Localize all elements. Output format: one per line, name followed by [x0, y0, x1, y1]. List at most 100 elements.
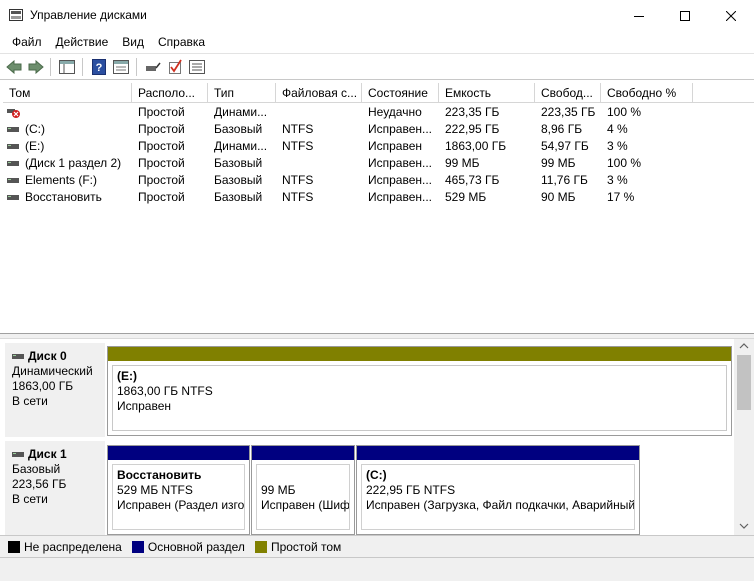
- primary-partition-band: [252, 446, 354, 460]
- cell-percent-free: 3 %: [607, 173, 628, 187]
- connect-disk-button[interactable]: [144, 58, 162, 76]
- console-tree-button[interactable]: [58, 58, 76, 76]
- menu-help[interactable]: Справка: [151, 31, 212, 53]
- disk-1-label[interactable]: Диск 1 Базовый 223,56 ГБ В сети: [5, 441, 106, 535]
- cell-layout: Простой: [138, 190, 185, 204]
- cell-layout: Простой: [138, 122, 185, 136]
- menu-bar: Файл Действие Вид Справка: [0, 31, 754, 53]
- close-icon: [726, 10, 736, 21]
- menu-view[interactable]: Вид: [115, 31, 151, 53]
- list-view-button[interactable]: [188, 58, 206, 76]
- disk-0-label[interactable]: Диск 0 Динамический 1863,00 ГБ В сети: [5, 343, 106, 437]
- forward-arrow-icon: [28, 60, 44, 74]
- column-header-capacity[interactable]: Емкость: [439, 83, 535, 103]
- cell-volume: (Диск 1 раздел 2): [25, 156, 122, 170]
- partition-c[interactable]: (C:) 222,95 ГБ NTFS Исправен (Загрузка, …: [356, 445, 640, 535]
- cell-volume: [25, 104, 130, 121]
- volume-icon: [7, 127, 19, 132]
- check-button[interactable]: [166, 58, 184, 76]
- cell-free-space: 8,96 ГБ: [541, 122, 583, 136]
- partition-info: 99 МБ: [261, 483, 296, 497]
- table-row[interactable]: Восстановить Простой Базовый NTFS Исправ…: [3, 189, 703, 206]
- partition-name: (C:): [366, 468, 387, 482]
- disk-name: Диск 0: [28, 349, 67, 363]
- disk-graphical-view: Диск 0 Динамический 1863,00 ГБ В сети (E…: [0, 339, 734, 535]
- status-bar: [0, 557, 754, 581]
- table-row[interactable]: (E:) Простой Динами... NTFS Исправен 186…: [3, 138, 703, 155]
- disk-status: В сети: [12, 492, 48, 506]
- minimize-button[interactable]: [616, 0, 662, 31]
- window-title: Управление дисками: [30, 8, 147, 22]
- check-icon: [169, 59, 182, 74]
- disk-type: Базовый: [12, 462, 61, 476]
- volume-icon: [7, 195, 19, 200]
- cell-percent-free: 4 %: [607, 122, 628, 136]
- toolbar-separator: [50, 58, 51, 76]
- table-row[interactable]: (C:) Простой Базовый NTFS Исправен... 22…: [3, 121, 703, 138]
- table-row[interactable]: Elements (F:) Простой Базовый NTFS Испра…: [3, 172, 703, 189]
- legend-label: Простой том: [270, 539, 342, 554]
- cell-free-space: 99 МБ: [541, 156, 576, 170]
- close-button[interactable]: [708, 0, 754, 31]
- legend-unallocated: Не распределена: [8, 540, 122, 554]
- menu-action[interactable]: Действие: [49, 31, 116, 53]
- legend-swatch: [8, 540, 20, 553]
- column-header-layout[interactable]: Располо...: [132, 83, 208, 103]
- disk-size: 1863,00 ГБ: [12, 379, 74, 393]
- cell-volume: Elements (F:): [25, 173, 98, 187]
- cell-status: Исправен...: [368, 173, 433, 187]
- failed-volume-icon: [7, 109, 20, 118]
- scrollbar-thumb[interactable]: [737, 355, 751, 410]
- disk-status: В сети: [12, 394, 48, 408]
- partition-name: Восстановить: [117, 468, 202, 482]
- cell-volume: (E:): [25, 139, 45, 153]
- table-row[interactable]: (Диск 1 раздел 2) Простой Базовый Исправ…: [3, 155, 703, 172]
- svg-text:?: ?: [96, 62, 103, 74]
- cell-filesystem: [282, 104, 362, 121]
- partition-recovery[interactable]: Восстановить 529 МБ NTFS Исправен (Разде…: [107, 445, 250, 535]
- menu-file[interactable]: Файл: [5, 31, 49, 53]
- title-bar: Управление дисками: [0, 0, 754, 31]
- maximize-button[interactable]: [662, 0, 708, 31]
- back-button[interactable]: [5, 58, 23, 76]
- cell-layout: Простой: [138, 156, 185, 170]
- forward-button[interactable]: [27, 58, 45, 76]
- partition-info: 222,95 ГБ NTFS: [366, 483, 456, 497]
- partition-efi[interactable]: 99 МБ Исправен (Шиф: [251, 445, 355, 535]
- cell-free-space: 11,76 ГБ: [541, 173, 588, 187]
- console-tree-icon: [59, 60, 75, 74]
- help-button[interactable]: ?: [90, 58, 108, 76]
- disk-name: Диск 1: [28, 447, 67, 461]
- cell-status: Исправен...: [368, 156, 433, 170]
- cell-filesystem: NTFS: [282, 122, 314, 136]
- graphical-view-scrollbar[interactable]: [734, 339, 754, 535]
- legend-label: Основной раздел: [147, 539, 245, 554]
- legend-label: Не распределена: [24, 539, 122, 554]
- scroll-up-icon[interactable]: [739, 343, 749, 349]
- cell-percent-free: 3 %: [607, 139, 628, 153]
- cell-type: Базовый: [214, 156, 263, 170]
- partition-e[interactable]: (E:) 1863,00 ГБ NTFS Исправен: [107, 346, 732, 436]
- scroll-down-icon[interactable]: [739, 523, 749, 529]
- cell-type: Базовый: [214, 173, 263, 187]
- cell-layout: Простой: [138, 173, 185, 187]
- cell-status: Исправен: [368, 139, 423, 153]
- disk-type: Динамический: [12, 364, 93, 378]
- properties-button[interactable]: [112, 58, 130, 76]
- cell-free-space: 223,35 ГБ: [541, 105, 596, 119]
- cell-status: Исправен...: [368, 190, 433, 204]
- column-header-percent-free[interactable]: Свободно %: [601, 83, 693, 103]
- column-header-free-space[interactable]: Свобод...: [535, 83, 601, 103]
- properties-icon: [113, 60, 129, 74]
- table-row[interactable]: Простой Динами... Неудачно 223,35 ГБ 223…: [3, 104, 703, 121]
- cell-status: Неудачно: [368, 105, 422, 119]
- column-header-type[interactable]: Тип: [208, 83, 276, 103]
- partition-name: [261, 468, 345, 483]
- partition-name: (E:): [117, 369, 137, 383]
- column-header-status[interactable]: Состояние: [362, 83, 439, 103]
- cell-percent-free: 100 %: [607, 156, 642, 170]
- column-header-filesystem[interactable]: Файловая с...: [276, 83, 362, 103]
- cell-free-space: 54,97 ГБ: [541, 139, 589, 153]
- cell-percent-free: 17 %: [607, 190, 635, 204]
- column-header-volume[interactable]: Том: [3, 83, 132, 103]
